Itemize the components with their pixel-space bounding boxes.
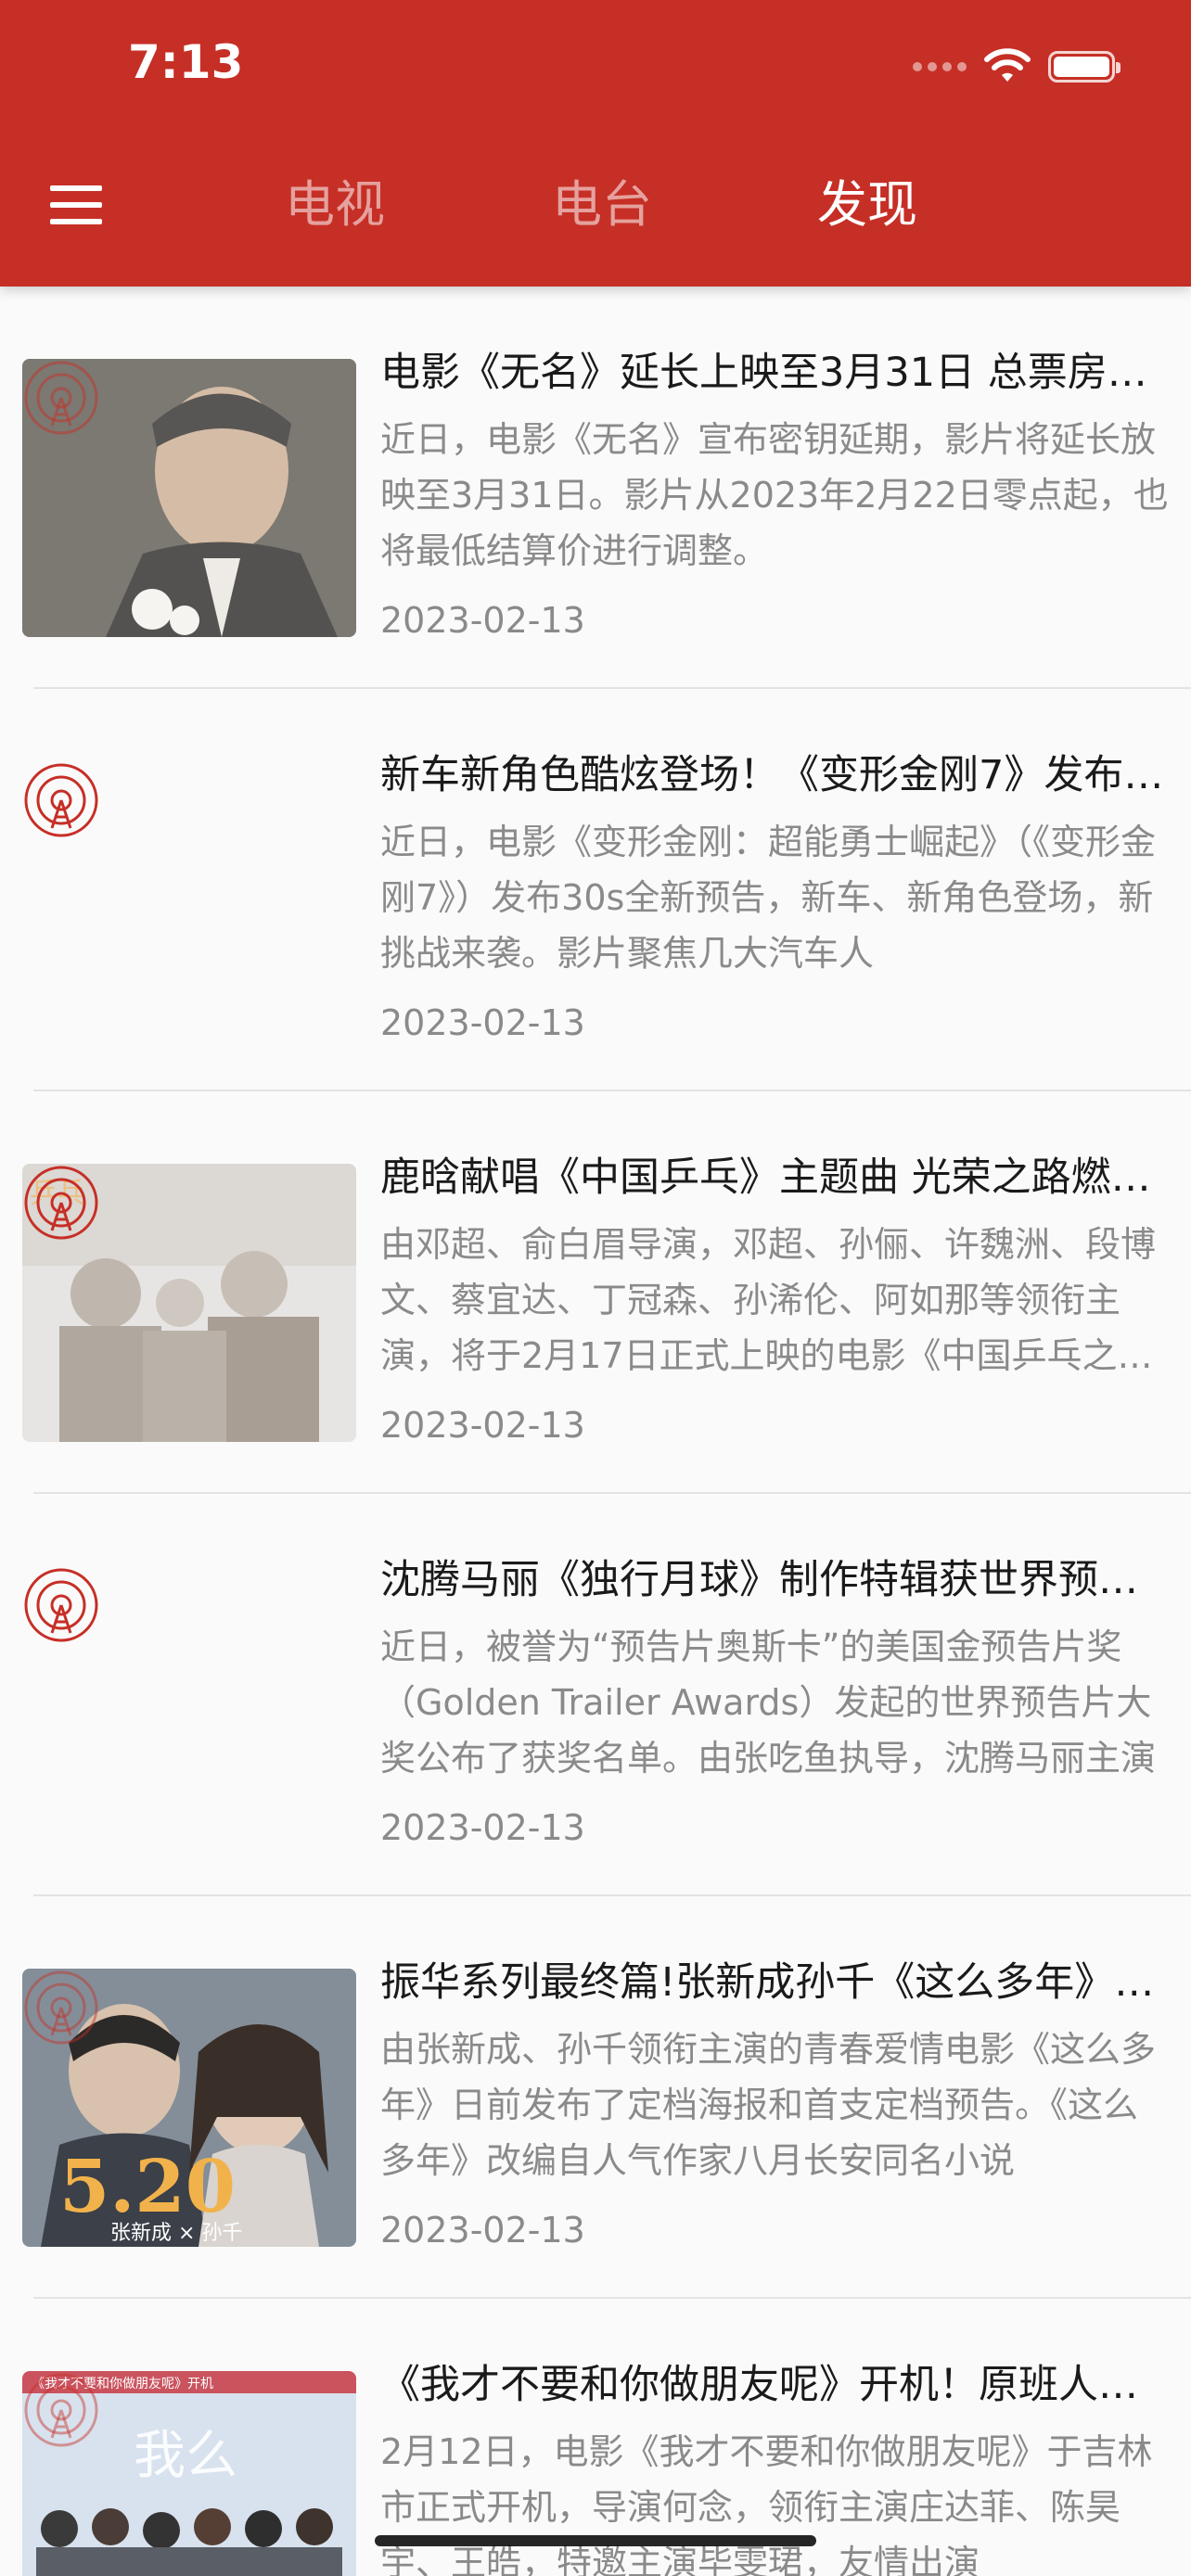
article-description: 近日，电影《变形金刚：超能勇士崛起》（《变形金刚7》）发布30s全新预告，新车、…: [380, 822, 1157, 974]
list-item[interactable]: 新车新角色酷炫登场！《变形金刚7》发布新预告 近日，电影《变形金刚：超能勇士崛起…: [0, 689, 1191, 1091]
home-indicator[interactable]: [375, 2535, 816, 2546]
tab-radio[interactable]: 电台: [542, 172, 662, 237]
radio-broadcast-icon: [24, 1166, 98, 1240]
tab-tv[interactable]: 电视: [275, 172, 395, 237]
article-date: 2023-02-13: [380, 1405, 585, 1446]
app-header: 7:13 电视 电台 发现: [0, 0, 1191, 287]
cellular-signal-icon: [913, 62, 967, 71]
list-item[interactable]: 乒乓 鹿晗献唱《中国乒乓》主题曲 光荣之路燃情上映 由邓超、俞白眉导演，邓超、孙…: [0, 1091, 1191, 1494]
article-date: 2023-02-13: [380, 2210, 585, 2251]
top-tabs: 电视 电台 发现: [0, 172, 1191, 237]
list-item[interactable]: 沈腾马丽《独行月球》制作特辑获世界预告片大奖 近日，被誉为“预告片奥斯卡”的美国…: [0, 1494, 1191, 1896]
article-date: 2023-02-13: [380, 1807, 585, 1848]
svg-text:张新成 × 孙千: 张新成 × 孙千: [110, 2222, 242, 2245]
article-description: 近日，被誉为“预告片奥斯卡”的美国金预告片奖（Golden Trailer Aw…: [380, 1626, 1157, 1779]
status-icons: [913, 48, 1121, 85]
wifi-icon: [984, 48, 1031, 82]
radio-broadcast-icon: [24, 763, 98, 837]
article-title: 《我才不要和你做朋友呢》开机！原班人马回归: [380, 2362, 1169, 2408]
list-item[interactable]: 5.20 张新成 × 孙千 振华系列最终篇!张新成孙千《这么多年》定档 由张新成…: [0, 1896, 1191, 2299]
article-thumbnail: [22, 761, 356, 1039]
radio-broadcast-icon: [24, 361, 98, 435]
article-title: 新车新角色酷炫登场！《变形金刚7》发布新预告: [380, 752, 1169, 798]
article-thumbnail: [22, 1566, 356, 1844]
list-item[interactable]: 电影《无名》延长上映至3月31日 总票房破8亿 近日，电影《无名》宣布密钥延期，…: [0, 287, 1191, 689]
radio-broadcast-icon: [24, 1970, 98, 2045]
article-description: 2月12日，电影《我才不要和你做朋友呢》于吉林市正式开机，导演何念，领衔主演庄达…: [380, 2431, 1153, 2576]
radio-broadcast-icon: [24, 2373, 98, 2447]
radio-broadcast-icon: [24, 1568, 98, 1642]
article-thumbnail: 乒乓: [22, 1164, 356, 1442]
article-description: 由张新成、孙千领衔主演的青春爱情电影《这么多年》日前发布了定档海报和首支定档预告…: [380, 2029, 1157, 2181]
status-time: 7:13: [128, 35, 244, 89]
battery-icon: [1048, 51, 1121, 83]
article-date: 2023-02-13: [380, 1002, 585, 1043]
tab-discover[interactable]: 发现: [807, 172, 928, 237]
article-title: 沈腾马丽《独行月球》制作特辑获世界预告片大奖: [380, 1557, 1169, 1603]
article-thumbnail: 5.20 张新成 × 孙千: [22, 1969, 356, 2247]
app-screen: 7:13 电视 电台 发现 电影《无名》延长上映至3月31日 总票房破8亿 近日…: [0, 0, 1191, 2576]
article-description: 由邓超、俞白眉导演，邓超、孙俪、许魏洲、段博文、蔡宜达、丁冠森、孙浠伦、阿如那等…: [380, 1224, 1157, 1376]
article-thumbnail: 《我才不要和你做朋友呢》开机 我么: [22, 2371, 356, 2576]
article-title: 振华系列最终篇!张新成孙千《这么多年》定档: [380, 1959, 1169, 2006]
article-thumbnail: [22, 359, 356, 637]
svg-text:5.20: 5.20: [59, 2145, 236, 2229]
article-description: 近日，电影《无名》宣布密钥延期，影片将延长放映至3月31日。影片从2023年2月…: [380, 419, 1169, 571]
article-title: 鹿晗献唱《中国乒乓》主题曲 光荣之路燃情上映: [380, 1154, 1169, 1201]
article-list: 电影《无名》延长上映至3月31日 总票房破8亿 近日，电影《无名》宣布密钥延期，…: [0, 287, 1191, 2576]
article-date: 2023-02-13: [380, 600, 585, 641]
svg-text:我么: 我么: [134, 2426, 237, 2486]
article-title: 电影《无名》延长上映至3月31日 总票房破8亿: [380, 350, 1169, 396]
